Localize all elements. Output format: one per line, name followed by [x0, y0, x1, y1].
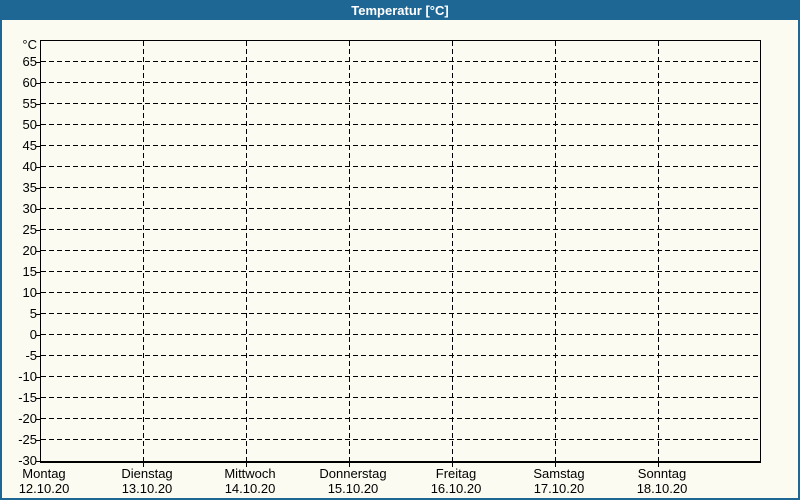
y-axis-unit-label: °C — [22, 37, 37, 52]
y-axis-tick-label: -10 — [18, 369, 37, 384]
day-name: Montag — [22, 466, 66, 481]
v-gridline — [246, 41, 247, 461]
h-gridline — [41, 439, 760, 440]
h-gridline — [41, 271, 760, 272]
day-name: Sonntag — [637, 466, 687, 481]
x-axis-day-label: Samstag 17.10.20 — [533, 466, 584, 496]
y-axis-tick-label: 50 — [22, 117, 37, 132]
h-gridline — [41, 418, 760, 419]
h-gridline — [41, 313, 760, 314]
day-name: Donnerstag — [319, 466, 387, 481]
day-name: Mittwoch — [224, 466, 276, 481]
y-axis-tick-label: 10 — [22, 285, 37, 300]
y-axis-tick-label: 25 — [22, 222, 37, 237]
v-gridline — [349, 41, 350, 461]
v-gridline — [555, 41, 556, 461]
x-axis-day-label: Sonntag 18.10.20 — [637, 466, 688, 496]
v-gridline — [658, 41, 659, 461]
h-gridline — [41, 250, 760, 251]
y-axis-tick-label: 40 — [22, 159, 37, 174]
h-gridline — [41, 208, 760, 209]
h-gridline — [41, 355, 760, 356]
y-axis-tick-label: 15 — [22, 264, 37, 279]
h-gridline — [41, 397, 760, 398]
h-gridline — [41, 145, 760, 146]
x-axis-day-label: Mittwoch 14.10.20 — [224, 466, 275, 496]
chart-window: Temperatur [°C] °C 65 60 55 50 45 40 35 30 25 20 15… — [0, 0, 800, 500]
day-name: Samstag — [533, 466, 585, 481]
plot-area — [40, 40, 761, 463]
h-gridline — [41, 376, 760, 377]
day-date: 15.10.20 — [327, 481, 379, 496]
day-date: 18.10.20 — [636, 481, 688, 496]
h-gridline — [41, 82, 760, 83]
day-date: 13.10.20 — [121, 481, 173, 496]
y-axis-tick-label: 20 — [22, 243, 37, 258]
y-axis-tick-label: 65 — [22, 54, 37, 69]
y-axis-tick-label: 5 — [29, 306, 37, 321]
y-axis-tick-label: 60 — [22, 75, 37, 90]
h-gridline — [41, 229, 760, 230]
y-axis-tick-label: 30 — [22, 201, 37, 216]
day-name: Dienstag — [121, 466, 173, 481]
h-gridline — [41, 292, 760, 293]
h-gridline — [41, 166, 760, 167]
h-gridline — [41, 187, 760, 188]
h-gridline — [41, 334, 760, 335]
chart-title: Temperatur [°C] — [351, 2, 449, 18]
y-axis-tick-label: 0 — [29, 327, 37, 342]
day-name: Freitag — [435, 466, 477, 481]
y-axis-tick-label: -20 — [18, 411, 37, 426]
y-axis-tick-label: 35 — [22, 180, 37, 195]
x-axis-day-label: Dienstag 13.10.20 — [121, 466, 172, 496]
chart-title-bar: Temperatur [°C] — [0, 0, 800, 20]
y-axis-tick-label: -5 — [25, 348, 37, 363]
h-gridline — [41, 124, 760, 125]
day-date: 17.10.20 — [533, 481, 585, 496]
x-axis-day-label: Donnerstag 15.10.20 — [319, 466, 386, 496]
day-date: 14.10.20 — [224, 481, 276, 496]
y-axis-tick-label: -15 — [18, 390, 37, 405]
v-gridline — [452, 41, 453, 461]
h-gridline — [41, 61, 760, 62]
x-axis-day-label: Montag 12.10.20 — [19, 466, 70, 496]
chart-panel: °C 65 60 55 50 45 40 35 30 25 20 15 10 5 0 -5 -10 -15 -20-… — [2, 20, 798, 498]
y-axis-tick-label: -25 — [18, 432, 37, 447]
day-date: 16.10.20 — [430, 481, 482, 496]
day-date: 12.10.20 — [18, 481, 70, 496]
y-axis-tick-label: 55 — [22, 96, 37, 111]
v-gridline — [143, 41, 144, 461]
y-axis-tick-label: 45 — [22, 138, 37, 153]
h-gridline — [41, 103, 760, 104]
x-axis-day-label: Freitag 16.10.20 — [431, 466, 482, 496]
